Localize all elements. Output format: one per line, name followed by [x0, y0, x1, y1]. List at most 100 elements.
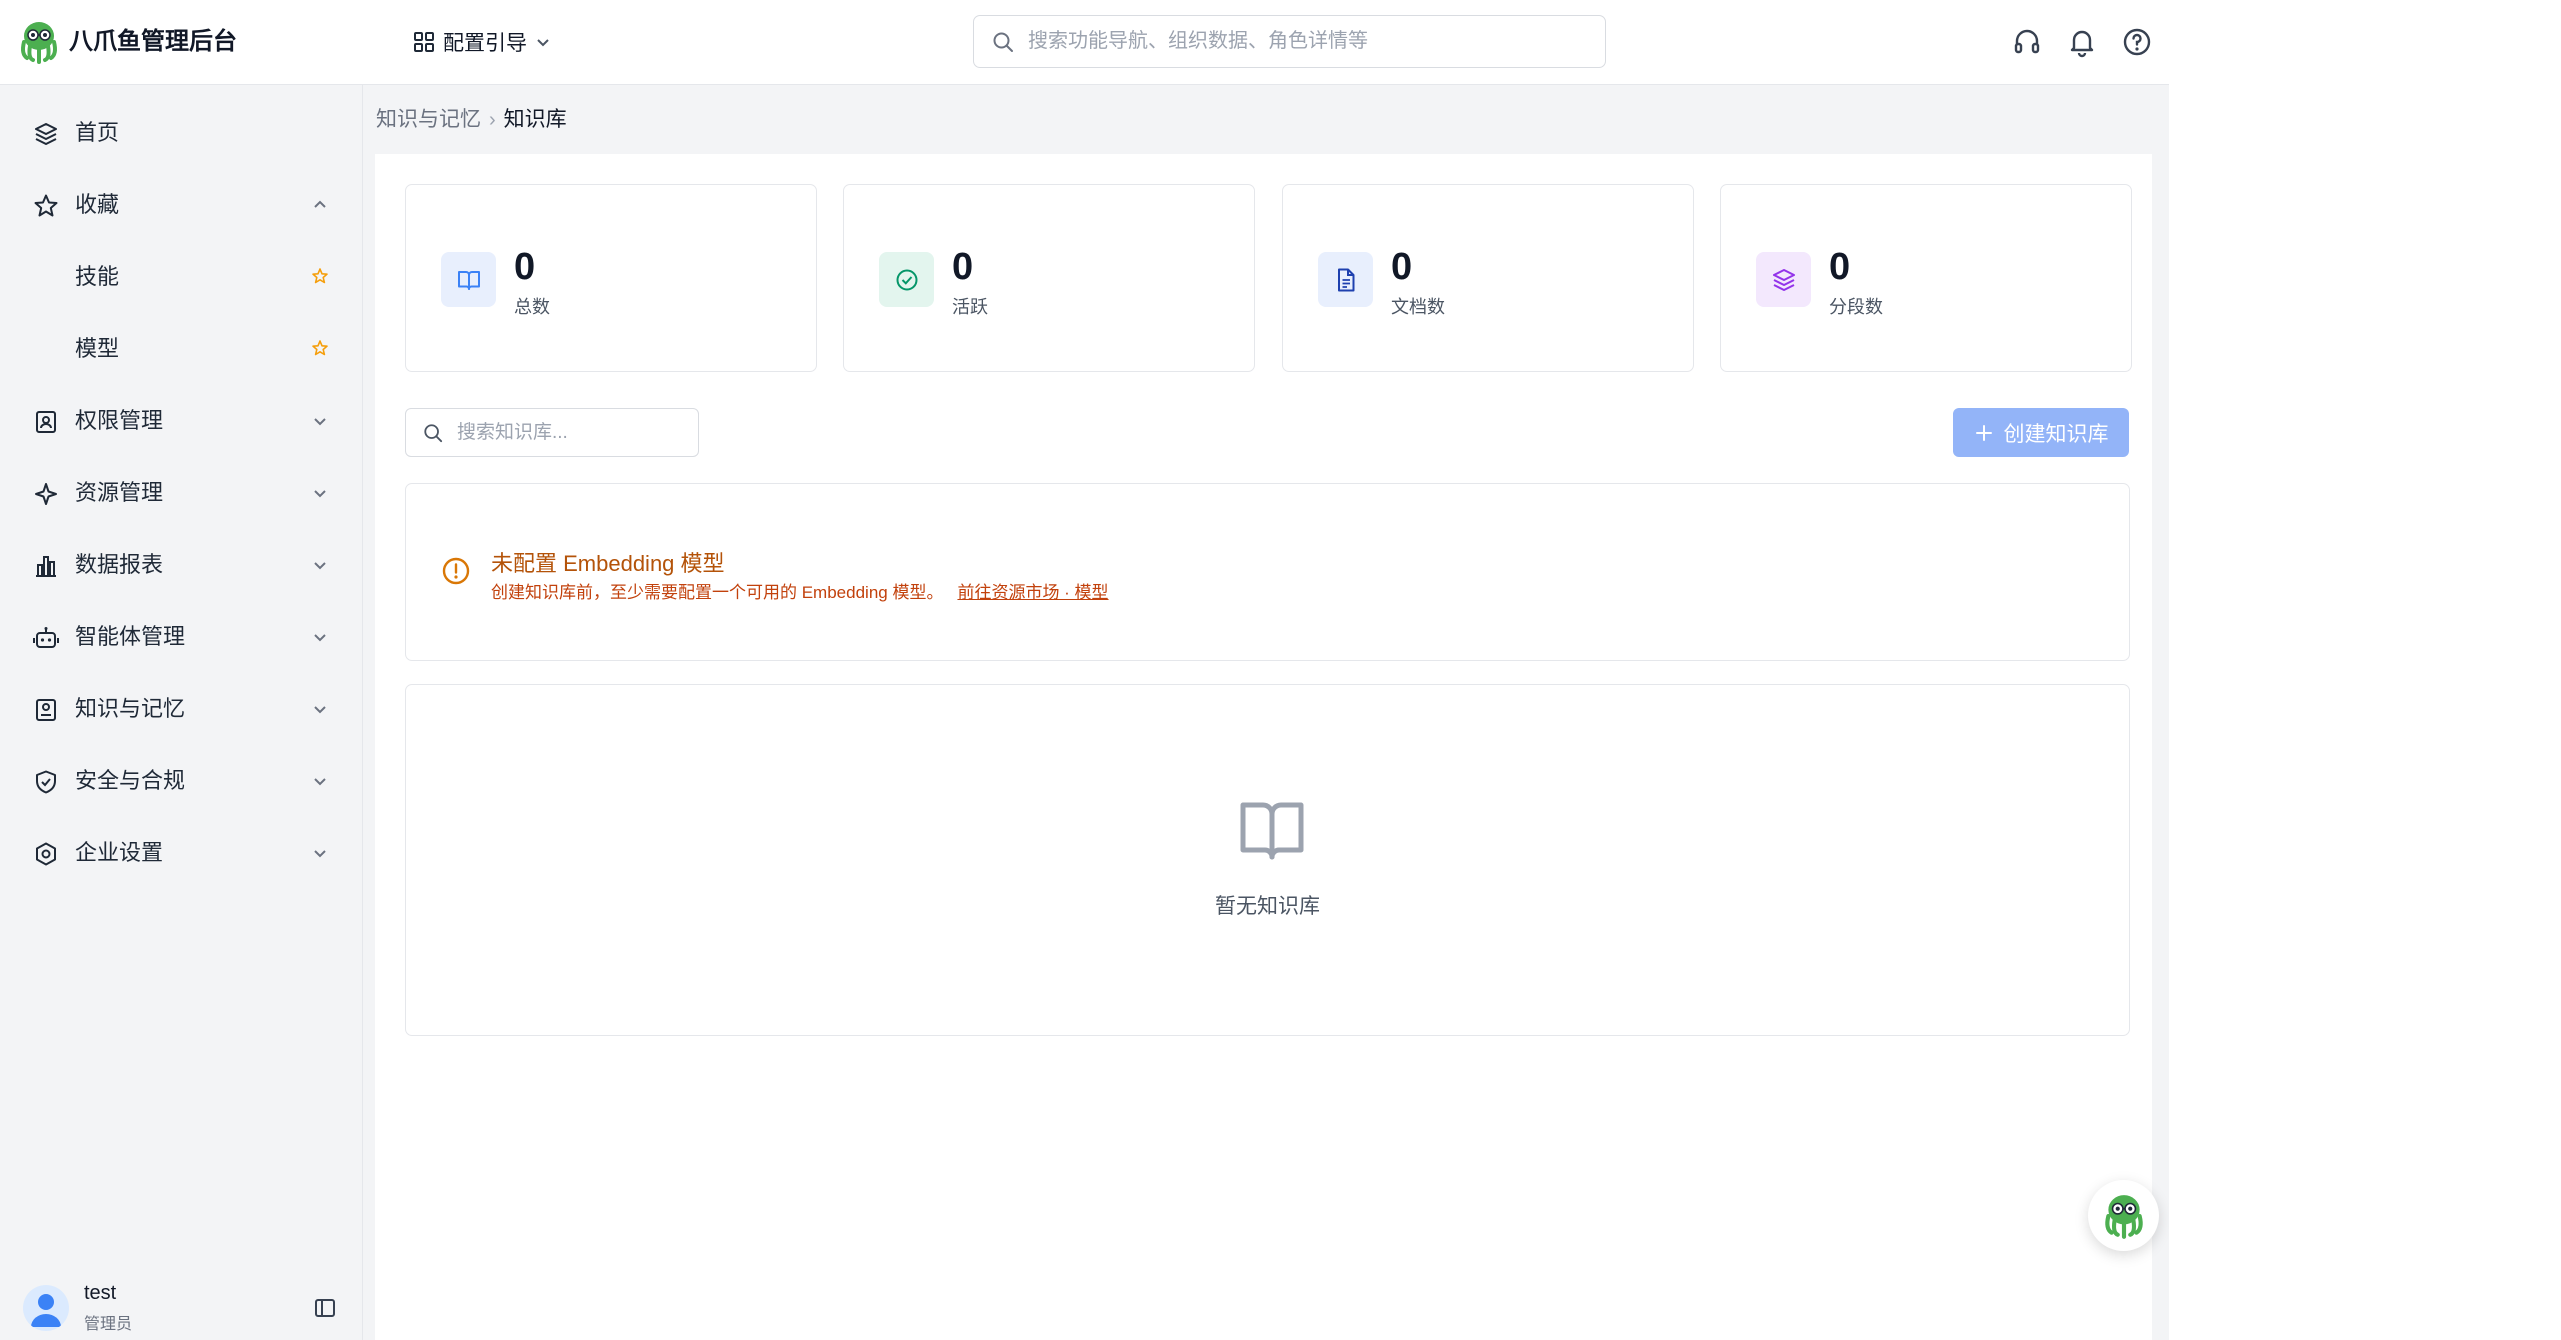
sidebar: 首页 收藏 技能 模型 权限管理 资源管理 数据报表 智能体管理 知识与记忆 安… [0, 85, 363, 1340]
chevron-down-icon [537, 39, 549, 47]
stat-value: 0 [1391, 246, 1413, 288]
sidebar-item-label: 安全与合规 [75, 768, 186, 793]
top-header: 八爪鱼管理后台 配置引导 [0, 0, 2169, 85]
headset-icon[interactable] [2011, 26, 2043, 58]
chevron-down-icon [314, 706, 326, 714]
stat-icon-wrap [879, 252, 934, 307]
stat-card-documents: 0 文档数 [1282, 184, 1694, 372]
sidebar-item-label: 收藏 [75, 192, 120, 217]
robot-icon [33, 627, 59, 648]
stat-card-segments: 0 分段数 [1720, 184, 2132, 372]
grid-icon [414, 32, 434, 52]
create-knowledge-base-label: 创建知识库 [2003, 422, 2109, 446]
empty-state: 暂无知识库 [405, 684, 2130, 1036]
sidebar-item-label: 首页 [75, 120, 120, 145]
main-content: 知识与记忆 › 知识库 0 总数 0 活跃 0 文档数 0 分段数 搜索知识库.… [363, 85, 2169, 1340]
document-icon [1337, 268, 1354, 291]
sidebar-item-label: 知识与记忆 [75, 696, 186, 721]
stat-icon-wrap [1756, 252, 1811, 307]
stat-label: 活跃 [952, 297, 988, 317]
sidebar-item-label: 企业设置 [75, 840, 164, 865]
embedding-warning-alert: 未配置 Embedding 模型 创建知识库前，至少需要配置一个可用的 Embe… [405, 483, 2130, 661]
breadcrumb-parent-link[interactable]: 知识与记忆 [376, 105, 481, 135]
stat-icon-wrap [441, 252, 496, 307]
favorite-star-icon[interactable] [311, 339, 329, 357]
sidebar-item-favorites[interactable]: 收藏 [0, 175, 362, 235]
layers-icon [1772, 268, 1795, 291]
global-search[interactable] [973, 15, 1606, 68]
octopus-assistant-icon [2104, 1194, 2143, 1239]
hexagon-settings-icon [36, 842, 56, 866]
stat-label: 总数 [514, 297, 550, 317]
chevron-down-icon [314, 418, 326, 426]
knowledge-base-search-input[interactable] [455, 420, 689, 445]
alert-description: 创建知识库前，至少需要配置一个可用的 Embedding 模型。 [491, 583, 944, 602]
search-icon [993, 32, 1013, 52]
user-name: test [84, 1282, 117, 1304]
user-icon [31, 1294, 61, 1327]
sidebar-item-agents[interactable]: 智能体管理 [0, 607, 362, 667]
sidebar-item-label: 智能体管理 [75, 624, 186, 649]
sidebar-collapse-icon[interactable] [313, 1296, 337, 1320]
sidebar-item-label: 数据报表 [75, 552, 164, 577]
stat-value: 0 [952, 246, 974, 288]
assistant-float-button[interactable] [2088, 1180, 2159, 1251]
shield-icon [36, 770, 56, 794]
stat-card-total: 0 总数 [405, 184, 817, 372]
sidebar-item-label: 模型 [75, 336, 120, 361]
stat-label: 分段数 [1829, 297, 1883, 317]
alert-description-row: 创建知识库前，至少需要配置一个可用的 Embedding 模型。 前往资源市场 … [491, 578, 1109, 603]
app-title: 八爪鱼管理后台 [69, 28, 237, 55]
sidebar-item-models[interactable]: 模型 [0, 319, 362, 379]
sidebar-item-resources[interactable]: 资源管理 [0, 463, 362, 523]
sidebar-item-label: 技能 [75, 264, 120, 289]
favorite-star-icon[interactable] [311, 267, 329, 285]
sidebar-item-permissions[interactable]: 权限管理 [0, 391, 362, 451]
stat-card-active: 0 活跃 [843, 184, 1255, 372]
stat-label: 文档数 [1391, 297, 1445, 317]
app-window: 八爪鱼管理后台 配置引导 搜索功能导航、组织数据、角色详情等 首页 收藏 技能 … [0, 0, 2169, 1340]
stat-value: 0 [514, 246, 536, 288]
breadcrumb: 知识与记忆 › 知识库 [376, 105, 567, 135]
sidebar-item-label: 资源管理 [75, 480, 164, 505]
sidebar-item-home[interactable]: 首页 [0, 103, 362, 163]
config-guide-dropdown[interactable]: 配置引导 [413, 26, 551, 58]
stat-value: 0 [1829, 246, 1851, 288]
id-badge-icon [36, 411, 56, 433]
chevron-down-icon [314, 850, 326, 858]
sidebar-item-enterprise-settings[interactable]: 企业设置 [0, 823, 362, 883]
sidebar-item-security[interactable]: 安全与合规 [0, 751, 362, 811]
plus-icon [1975, 424, 1992, 441]
book-icon [457, 270, 480, 290]
user-role: 管理员 [84, 1316, 133, 1333]
knowledge-icon [36, 699, 56, 721]
sidebar-item-skills[interactable]: 技能 [0, 247, 362, 307]
sidebar-item-knowledge[interactable]: 知识与记忆 [0, 679, 362, 739]
breadcrumb-separator: › [489, 109, 496, 131]
open-book-icon [1240, 802, 1304, 860]
warning-circle-icon [442, 557, 470, 585]
stat-icon-wrap [1318, 252, 1373, 307]
avatar[interactable] [23, 1285, 69, 1331]
sidebar-item-reports[interactable]: 数据报表 [0, 535, 362, 595]
empty-state-text: 暂无知识库 [1215, 895, 1320, 918]
sparkle-icon [35, 483, 57, 505]
help-icon[interactable] [2121, 26, 2153, 58]
layers-icon [35, 123, 57, 145]
resource-market-link[interactable]: 前往资源市场 · 模型 [957, 578, 1108, 603]
create-knowledge-base-button[interactable]: 创建知识库 [1953, 408, 2129, 457]
breadcrumb-current: 知识库 [503, 108, 567, 131]
chevron-down-icon [314, 634, 326, 642]
search-icon [424, 423, 443, 442]
octopus-logo-icon [21, 22, 57, 64]
bell-icon[interactable] [2066, 26, 2098, 58]
chevron-down-icon [314, 778, 326, 786]
chevron-up-icon [314, 200, 326, 208]
bar-chart-icon [36, 556, 56, 577]
config-guide-label: 配置引导 [443, 32, 527, 55]
knowledge-base-search[interactable] [405, 408, 699, 457]
chevron-down-icon [314, 490, 326, 498]
global-search-input[interactable] [1026, 29, 1570, 54]
alert-title: 未配置 Embedding 模型 [491, 551, 725, 576]
star-icon [34, 194, 58, 217]
